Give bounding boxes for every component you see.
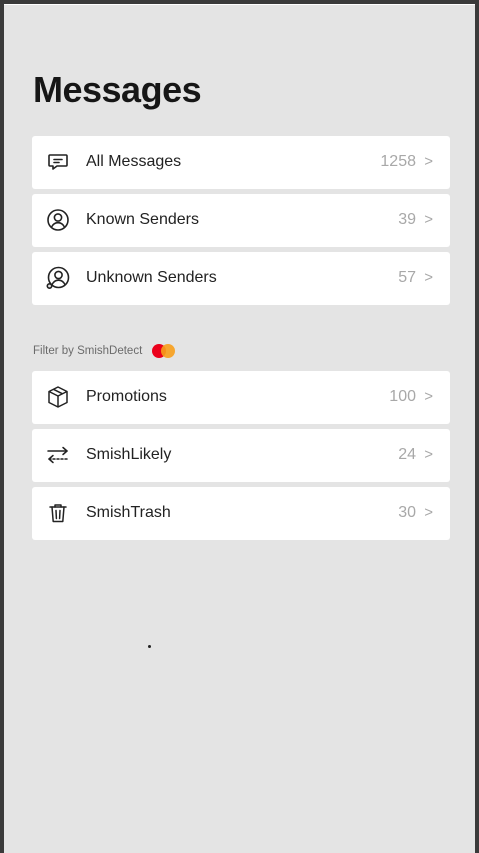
- row-promotions[interactable]: Promotions 100 >: [32, 371, 450, 424]
- row-known-senders[interactable]: Known Senders 39 >: [32, 194, 450, 247]
- row-label: Known Senders: [86, 211, 199, 229]
- row-count: 57: [398, 269, 416, 287]
- stray-dot: [148, 645, 151, 648]
- page-title: Messages: [33, 69, 201, 111]
- box-icon: [45, 384, 71, 410]
- row-label: SmishTrash: [86, 504, 171, 522]
- chevron-right-icon: >: [424, 446, 433, 463]
- row-count: 24: [398, 446, 416, 464]
- row-count: 39: [398, 211, 416, 229]
- logo-circle-orange: [161, 344, 175, 358]
- sender-list: All Messages 1258 > Known Senders 39 >: [32, 136, 450, 310]
- chevron-right-icon: >: [424, 504, 433, 521]
- row-smishlikely[interactable]: SmishLikely 24 >: [32, 429, 450, 482]
- row-unknown-senders[interactable]: Unknown Senders 57 >: [32, 252, 450, 305]
- row-all-messages[interactable]: All Messages 1258 >: [32, 136, 450, 189]
- swap-arrows-icon: [45, 442, 71, 468]
- filter-label: Filter by SmishDetect: [33, 341, 178, 361]
- row-label: Promotions: [86, 388, 167, 406]
- unknown-user-icon: [45, 265, 71, 291]
- row-label: All Messages: [86, 153, 181, 171]
- trash-icon: [45, 500, 71, 526]
- chevron-right-icon: >: [424, 211, 433, 228]
- filtered-list: Promotions 100 > SmishLikely 24 >: [32, 371, 450, 545]
- filter-text: Filter by SmishDetect: [33, 345, 142, 357]
- row-count: 100: [389, 388, 416, 406]
- chevron-right-icon: >: [424, 388, 433, 405]
- row-label: Unknown Senders: [86, 269, 217, 287]
- chevron-right-icon: >: [424, 153, 433, 170]
- row-smishtrash[interactable]: SmishTrash 30 >: [32, 487, 450, 540]
- row-count: 30: [398, 504, 416, 522]
- user-circle-icon: [45, 207, 71, 233]
- row-count: 1258: [380, 153, 416, 171]
- mastercard-logo: [152, 343, 178, 359]
- row-label: SmishLikely: [86, 446, 171, 464]
- message-icon: [45, 149, 71, 175]
- screen: Messages All Messages 1258 >: [4, 4, 475, 853]
- chevron-right-icon: >: [424, 269, 433, 286]
